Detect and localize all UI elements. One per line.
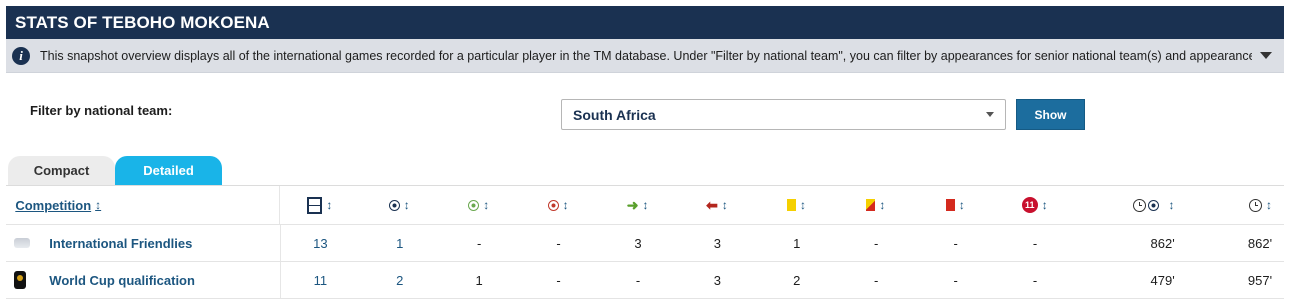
penalty-value: - — [1032, 272, 1038, 288]
competition-name[interactable]: World Cup qualification — [49, 262, 281, 298]
minutes-played-value: 862' — [1247, 235, 1273, 251]
yellow-value: 2 — [793, 272, 801, 288]
table-header-row: Competition ↕ ↕ ↕ ↕ ↕ ➜ ↕ ⬅ ↕ ↕ ↕ ↕ 11 ↕ ↕ ↕ — [6, 186, 1284, 225]
col-assists[interactable]: ↕ — [439, 186, 518, 224]
sort-icon[interactable]: ↕ — [959, 198, 965, 212]
own-goals-value: - — [556, 272, 561, 288]
minutes-played-icon — [1248, 198, 1262, 212]
page-title: STATS OF TEBOHO MOKOENA — [6, 6, 1284, 39]
col-appearances[interactable]: ↕ — [280, 186, 359, 224]
sub-on-value: - — [635, 272, 641, 288]
sort-icon[interactable]: ↕ — [483, 198, 489, 212]
tab-detailed[interactable]: Detailed — [115, 156, 222, 185]
yellow-value: 1 — [793, 235, 801, 251]
col-second-yellow[interactable]: ↕ — [836, 186, 915, 224]
red-value: - — [953, 272, 958, 288]
assists-icon — [468, 199, 480, 211]
minutes-per-goal-value: 479' — [1150, 272, 1175, 288]
red-card-icon — [945, 199, 955, 211]
filter-label: Filter by national team: — [30, 103, 173, 118]
sort-icon[interactable]: ↕ — [404, 198, 410, 212]
yellow-card-icon — [786, 199, 796, 211]
second-yellow-value: - — [874, 235, 879, 251]
col-red[interactable]: ↕ — [916, 186, 995, 224]
appearances-value[interactable]: 11 — [281, 262, 360, 298]
chevron-down-icon — [986, 112, 994, 117]
sort-icon[interactable]: ↕ — [95, 198, 101, 212]
sort-icon[interactable]: ↕ — [1169, 198, 1175, 212]
col-sub-off[interactable]: ⬅ ↕ — [677, 186, 756, 224]
sort-icon[interactable]: ↕ — [642, 198, 648, 212]
assists-value: - — [477, 235, 482, 251]
col-sub-on[interactable]: ➜ ↕ — [598, 186, 677, 224]
sort-icon[interactable]: ↕ — [722, 198, 728, 212]
sort-icon[interactable]: ↕ — [879, 198, 885, 212]
tab-compact[interactable]: Compact — [8, 156, 115, 185]
expand-caret-icon[interactable] — [1260, 52, 1272, 59]
substituted-on-icon: ➜ — [626, 196, 639, 213]
second-yellow-value: - — [874, 272, 879, 288]
substituted-off-icon: ⬅ — [706, 196, 718, 213]
stats-panel: STATS OF TEBOHO MOKOENA i This snapshot … — [6, 6, 1284, 302]
competition-header[interactable]: Competition ↕ — [5, 186, 281, 224]
sort-icon[interactable]: ↕ — [800, 198, 806, 212]
appearances-icon — [307, 196, 323, 214]
table-row: World Cup qualification 11 2 1 - - 3 2 -… — [6, 262, 1284, 299]
sub-off-value: 3 — [713, 235, 721, 251]
stats-table: Competition ↕ ↕ ↕ ↕ ↕ ➜ ↕ ⬅ ↕ ↕ ↕ ↕ 11 ↕ ↕ ↕… — [6, 185, 1284, 299]
sub-on-value: 3 — [634, 235, 642, 251]
goals-value[interactable]: 2 — [360, 262, 439, 298]
sort-icon[interactable]: ↕ — [1042, 198, 1048, 212]
assists-value: 1 — [475, 272, 483, 288]
red-value: - — [953, 235, 958, 251]
col-own-goals[interactable]: ↕ — [518, 186, 597, 224]
col-minutes-played[interactable]: ↕ — [1191, 186, 1284, 224]
competition-name[interactable]: International Friendlies — [49, 225, 281, 261]
minutes-played-value: 957' — [1247, 272, 1273, 288]
table-row: International Friendlies 13 1 - - 3 3 1 … — [6, 225, 1284, 262]
minutes-per-goal-icon — [1147, 199, 1159, 211]
minutes-per-goal-value: 862' — [1150, 235, 1175, 251]
sort-icon[interactable]: ↕ — [1266, 198, 1272, 212]
info-icon: i — [12, 46, 30, 65]
goals-value[interactable]: 1 — [360, 225, 439, 261]
goals-icon — [388, 199, 400, 211]
info-bar[interactable]: i This snapshot overview displays all of… — [6, 39, 1284, 73]
penalty-value: - — [1032, 235, 1038, 251]
col-yellow[interactable]: ↕ — [757, 186, 836, 224]
info-text: This snapshot overview displays all of t… — [40, 48, 1252, 63]
selected-team: South Africa — [573, 107, 656, 123]
sub-off-value: 3 — [713, 272, 721, 288]
filter-section: Filter by national team: South Africa Sh… — [6, 73, 1284, 161]
sort-icon[interactable]: ↕ — [326, 198, 332, 212]
clock-icon — [1132, 198, 1146, 212]
show-button[interactable]: Show — [1016, 99, 1085, 130]
second-yellow-icon — [866, 199, 876, 211]
penalty-goals-icon: 11 — [1021, 197, 1038, 213]
col-goals[interactable]: ↕ — [360, 186, 439, 224]
col-minutes-per-goal[interactable]: ↕ — [1075, 186, 1191, 224]
own-goals-value: - — [556, 235, 561, 251]
world-cup-logo-icon — [14, 271, 26, 289]
col-penalty[interactable]: 11 ↕ — [995, 186, 1074, 224]
sort-icon[interactable]: ↕ — [563, 198, 569, 212]
national-team-select[interactable]: South Africa — [561, 99, 1006, 130]
friendlies-logo-icon — [14, 238, 30, 248]
appearances-value[interactable]: 13 — [281, 225, 360, 261]
own-goals-icon — [547, 199, 559, 211]
